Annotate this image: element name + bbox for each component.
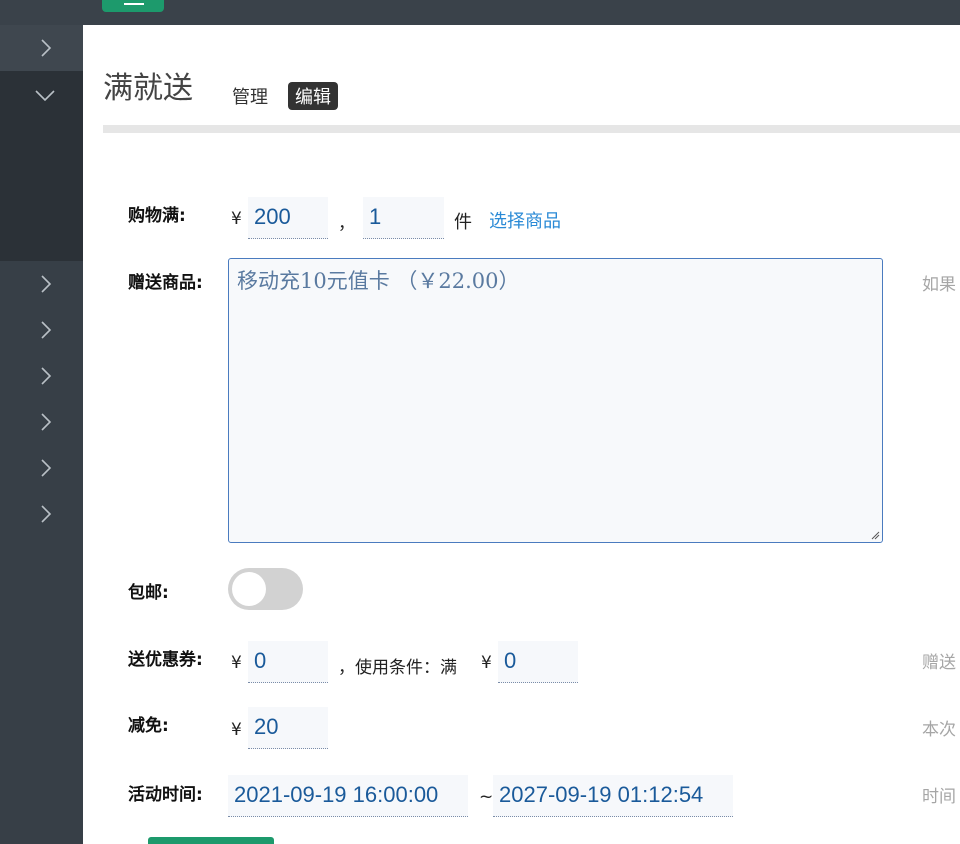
discount-hint: 本次 <box>922 720 956 740</box>
chevron-right-icon <box>41 459 52 477</box>
menu-toggle-button[interactable] <box>102 0 164 12</box>
chevron-right-icon <box>41 367 52 385</box>
resize-handle-icon[interactable] <box>871 531 880 540</box>
chevron-right-icon <box>41 505 52 523</box>
toggle-knob <box>232 572 266 606</box>
sidebar-item-2-expanded[interactable] <box>0 71 83 261</box>
gift-goods-value: 移动充10元值卡 （￥22.00） <box>237 269 520 293</box>
time-separator: ~ <box>479 787 494 807</box>
top-bar <box>0 0 960 25</box>
discount-currency: ¥ <box>231 720 242 740</box>
header-divider <box>103 125 960 133</box>
coupon-condition-input[interactable]: 0 <box>498 641 578 683</box>
coupon-amount-input[interactable]: 0 <box>248 641 328 683</box>
sidebar-item-3[interactable] <box>0 261 83 307</box>
activity-time-label: 活动时间: <box>128 785 203 805</box>
start-time-input[interactable]: 2021-09-19 16:00:00 <box>228 775 468 817</box>
currency-symbol: ¥ <box>231 209 242 229</box>
chevron-down-icon <box>35 90 55 101</box>
coupon-condition-text: ，使用条件：满 <box>338 658 457 678</box>
quantity-input[interactable]: 1 <box>363 197 444 239</box>
unit-label: 件 <box>454 212 472 233</box>
chevron-right-icon <box>41 275 52 293</box>
free-shipping-label: 包邮: <box>128 583 169 603</box>
sidebar-item-5[interactable] <box>0 353 83 399</box>
shopping-amount-input[interactable]: 200 <box>248 197 328 239</box>
end-time-input[interactable]: 2027-09-19 01:12:54 <box>493 775 733 817</box>
discount-label: 减免: <box>128 716 169 736</box>
coupon-label: 送优惠券: <box>128 650 203 670</box>
gift-goods-textarea[interactable]: 移动充10元值卡 （￥22.00） <box>228 258 883 543</box>
comma-separator: ， <box>338 214 355 234</box>
chevron-right-icon <box>41 413 52 431</box>
submit-button[interactable] <box>148 837 274 844</box>
select-goods-link[interactable]: 选择商品 <box>489 207 561 233</box>
hamburger-icon <box>124 3 144 5</box>
sidebar-item-1[interactable] <box>0 25 83 71</box>
sidebar-item-7[interactable] <box>0 445 83 491</box>
tab-manage[interactable]: 管理 <box>232 83 268 109</box>
coupon-hint: 赠送 <box>922 653 956 673</box>
free-shipping-toggle[interactable] <box>228 568 303 610</box>
sidebar <box>0 25 83 844</box>
tab-edit[interactable]: 编辑 <box>288 82 338 110</box>
shopping-full-label: 购物满: <box>128 206 186 226</box>
gift-goods-hint: 如果 <box>922 275 956 295</box>
chevron-right-icon <box>41 321 52 339</box>
gift-goods-label: 赠送商品: <box>128 273 203 293</box>
page-title: 满就送 <box>103 71 193 106</box>
main-content: 满就送 管理 编辑 购物满: ¥ 200 ， 1 件 选择商品 赠送商品: 移动… <box>83 25 960 844</box>
sidebar-item-8[interactable] <box>0 491 83 537</box>
discount-amount-input[interactable]: 20 <box>248 707 328 749</box>
coupon-currency: ¥ <box>231 653 242 673</box>
sidebar-item-6[interactable] <box>0 399 83 445</box>
chevron-right-icon <box>41 39 52 57</box>
sidebar-item-4[interactable] <box>0 307 83 353</box>
condition-currency: ¥ <box>481 653 492 673</box>
activity-time-hint: 时间 <box>922 787 956 807</box>
